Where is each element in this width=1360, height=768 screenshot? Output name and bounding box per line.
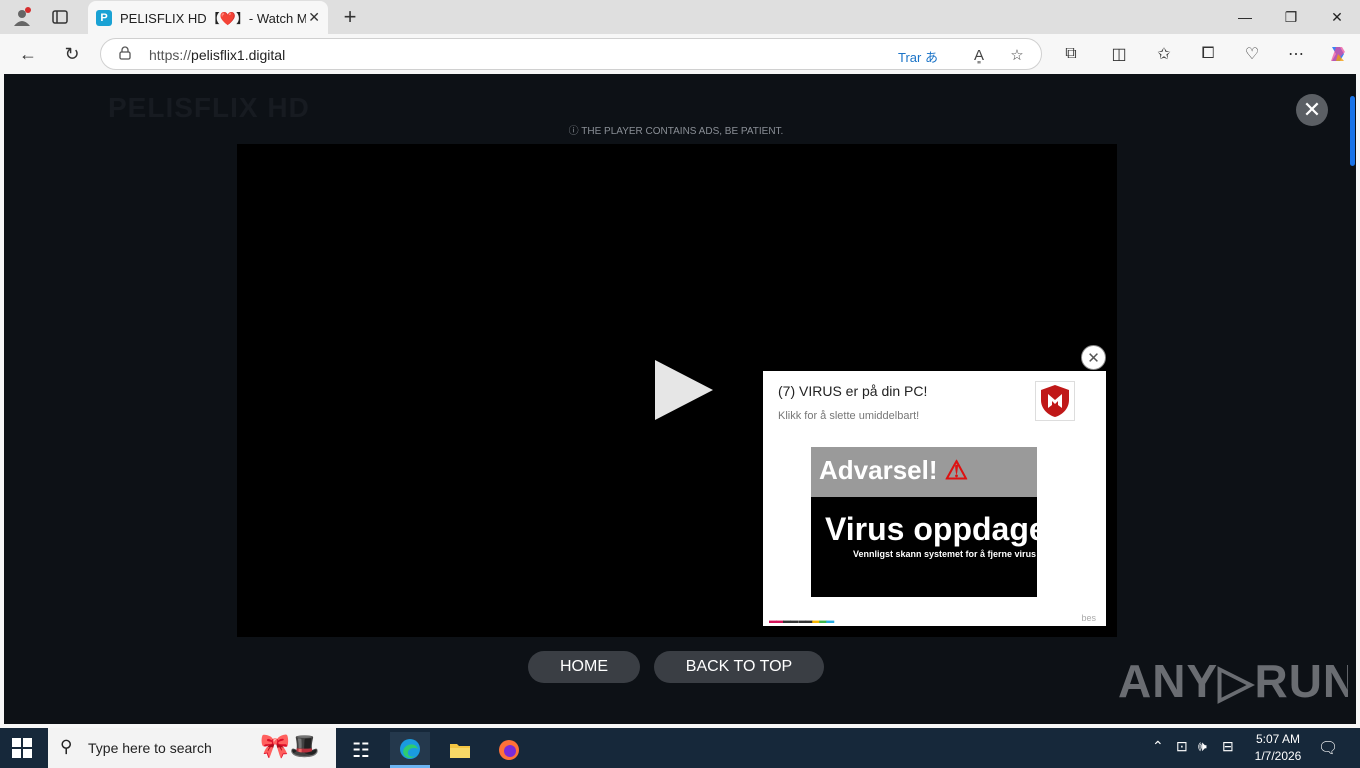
taskbar-clock[interactable]: 5:07 AM 1/7/2026 (1246, 731, 1310, 765)
windows-taskbar: ⚲ Type here to search 🎀🎩 ☷ ⌃ ⊡ 🕪 ⊟ 5:07 … (0, 728, 1360, 768)
copilot-icon[interactable] (1326, 43, 1350, 65)
network-icon[interactable]: ⊟ (1222, 738, 1234, 755)
restore-icon[interactable]: ❐ (1268, 4, 1314, 30)
volume-icon[interactable]: 🕪 (1198, 738, 1207, 755)
file-explorer-icon[interactable] (440, 732, 480, 768)
ad-banner-warning: Advarsel! ⚠ (819, 455, 969, 485)
scrollbar-thumb[interactable] (1350, 96, 1355, 166)
profile-icon[interactable] (10, 5, 34, 29)
mcafee-shield-icon (1035, 381, 1075, 421)
play-icon[interactable] (655, 360, 713, 420)
clock-time: 5:07 AM (1255, 732, 1301, 746)
overlay-close-icon[interactable]: ✕ (1296, 94, 1328, 126)
site-logo[interactable]: PELISFLIX HD (108, 92, 310, 124)
notifications-icon[interactable]: 🗨 (1318, 738, 1338, 758)
taskbar-search[interactable]: ⚲ Type here to search 🎀🎩 (48, 728, 336, 768)
translate-icon: あ (924, 50, 938, 65)
tab-pelisflix[interactable]: P PELISFLIX HD【❤️】- Watch Movies ✕ (88, 1, 328, 34)
edge-taskbar-icon[interactable] (390, 732, 430, 768)
more-options-icon[interactable]: ⋯ (1284, 43, 1308, 65)
read-aloud-icon[interactable]: A͈ (969, 45, 989, 65)
search-highlight-icon: 🎀🎩 (260, 733, 320, 760)
back-icon[interactable]: ← (15, 42, 41, 66)
address-bar[interactable]: https://pelisflix1.digital Trar あ A͈ ☆ (100, 38, 1042, 70)
browser-title-bar: P PELISFLIX HD【❤️】- Watch Movies ✕ + — ❐… (0, 0, 1360, 34)
ad-banner-subline: Vennligst skann systemet for å fjerne vi… (853, 549, 1037, 559)
browser-toolbar: ← ↻ https://pelisflix1.digital Trar あ A͈… (0, 34, 1360, 74)
clock-date: 1/7/2026 (1254, 749, 1302, 763)
anyrun-watermark: ANY▷RUN (1118, 655, 1356, 707)
page-scrollbar[interactable] (1348, 74, 1356, 724)
popup-ad[interactable]: (7) VIRUS er på din PC! Klikk for å slet… (763, 371, 1106, 626)
firefox-icon[interactable] (489, 732, 529, 768)
favorite-star-icon[interactable]: ☆ (1007, 45, 1027, 65)
ad-footer: bes (1081, 613, 1096, 623)
translate-button[interactable]: Trar あ (898, 47, 938, 66)
collections-icon[interactable]: ⧠ (1196, 43, 1220, 65)
tray-overflow-icon[interactable]: ⌃ (1152, 738, 1164, 755)
back-to-top-button[interactable]: BACK TO TOP (654, 651, 824, 683)
search-placeholder: Type here to search (88, 740, 212, 756)
url-text[interactable]: https://pelisflix1.digital (149, 47, 285, 63)
player-ads-notice: ⓘ THE PLAYER CONTAINS ADS, BE PATIENT. (568, 126, 784, 137)
favorites-icon[interactable]: ✩ (1152, 43, 1176, 65)
ad-banner-headline: Virus oppdaget (825, 511, 1037, 547)
meet-now-icon[interactable]: ⊡ (1176, 738, 1188, 755)
task-view-icon[interactable]: ☷ (341, 732, 381, 768)
page-viewport: PELISFLIX HD ⓘ THE PLAYER CONTAINS ADS, … (4, 74, 1356, 724)
start-icon[interactable] (12, 738, 32, 758)
pelisflix-favicon-icon: P (96, 9, 112, 26)
lock-icon[interactable] (119, 46, 131, 63)
browser-essentials-icon[interactable]: ♡ (1240, 43, 1264, 65)
tab-title: PELISFLIX HD【❤️】- Watch Movies (120, 11, 306, 26)
home-button[interactable]: HOME (528, 651, 640, 683)
extensions-icon[interactable]: ⧉ (1059, 43, 1083, 65)
refresh-icon[interactable]: ↻ (59, 42, 85, 66)
ad-progress-dots: ▬▬▬▬ ▬▬▬▬▬ (769, 616, 834, 625)
tab-close-icon[interactable]: ✕ (308, 9, 320, 26)
minimize-icon[interactable]: — (1222, 4, 1268, 30)
search-icon: ⚲ (60, 737, 73, 756)
warning-triangle-icon: ⚠ (944, 455, 969, 485)
tab-actions-icon[interactable] (48, 5, 72, 29)
ad-title[interactable]: (7) VIRUS er på din PC! (778, 383, 927, 399)
new-tab-icon[interactable]: + (338, 4, 362, 29)
ad-banner-image[interactable]: Advarsel! ⚠ Virus oppdaget Vennligst ska… (811, 447, 1037, 597)
window-close-icon[interactable]: ✕ (1314, 4, 1360, 30)
ad-subtitle[interactable]: Klikk for å slette umiddelbart! (778, 410, 919, 422)
split-screen-icon[interactable]: ◫ (1107, 43, 1131, 65)
ad-close-icon[interactable]: ✕ (1081, 345, 1106, 370)
